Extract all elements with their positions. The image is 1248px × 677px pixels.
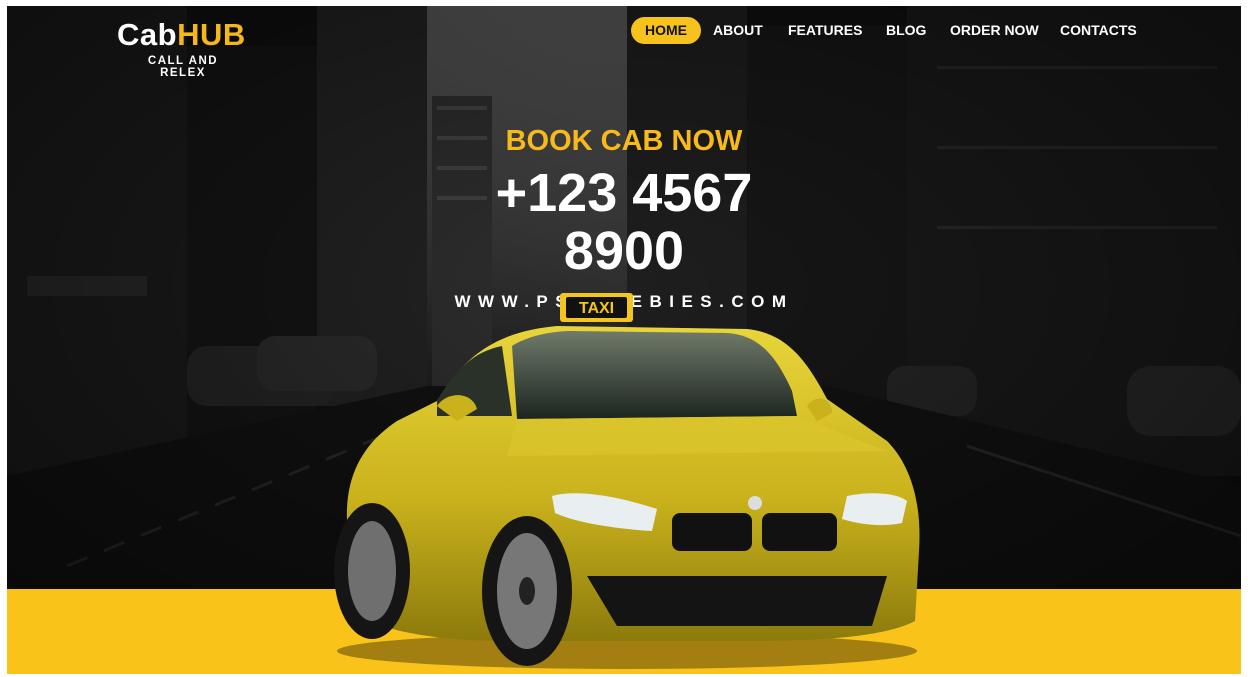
brand-name-cab: Cab: [117, 17, 178, 52]
hero-phone-line2[interactable]: 8900: [7, 220, 1241, 282]
yellow-taxi-car-image: [334, 326, 920, 669]
hero-phone-line1[interactable]: +123 4567: [7, 161, 1241, 225]
brand-name: CabHUB: [117, 18, 257, 52]
nav-features[interactable]: FEATURES: [788, 17, 862, 44]
nav-home[interactable]: HOME: [631, 17, 701, 44]
taxi-roof-sign: TAXI: [560, 293, 633, 322]
nav-about[interactable]: ABOUT: [713, 17, 763, 44]
nav-blog[interactable]: BLOG: [886, 17, 926, 44]
hero-banner: CabHUB CALL AND RELEX HOME ABOUT FEATURE…: [7, 6, 1241, 674]
nav-contacts[interactable]: CONTACTS: [1060, 17, 1137, 44]
hero-kicker: BOOK CAB NOW: [505, 125, 743, 157]
nav-order-now[interactable]: ORDER NOW: [950, 17, 1039, 44]
brand-name-hub: HUB: [177, 17, 246, 52]
brand-logo[interactable]: CabHUB CALL AND RELEX: [117, 18, 257, 80]
taxi-sign-text: TAXI: [579, 300, 614, 317]
brand-tagline: CALL AND RELEX: [147, 55, 219, 79]
